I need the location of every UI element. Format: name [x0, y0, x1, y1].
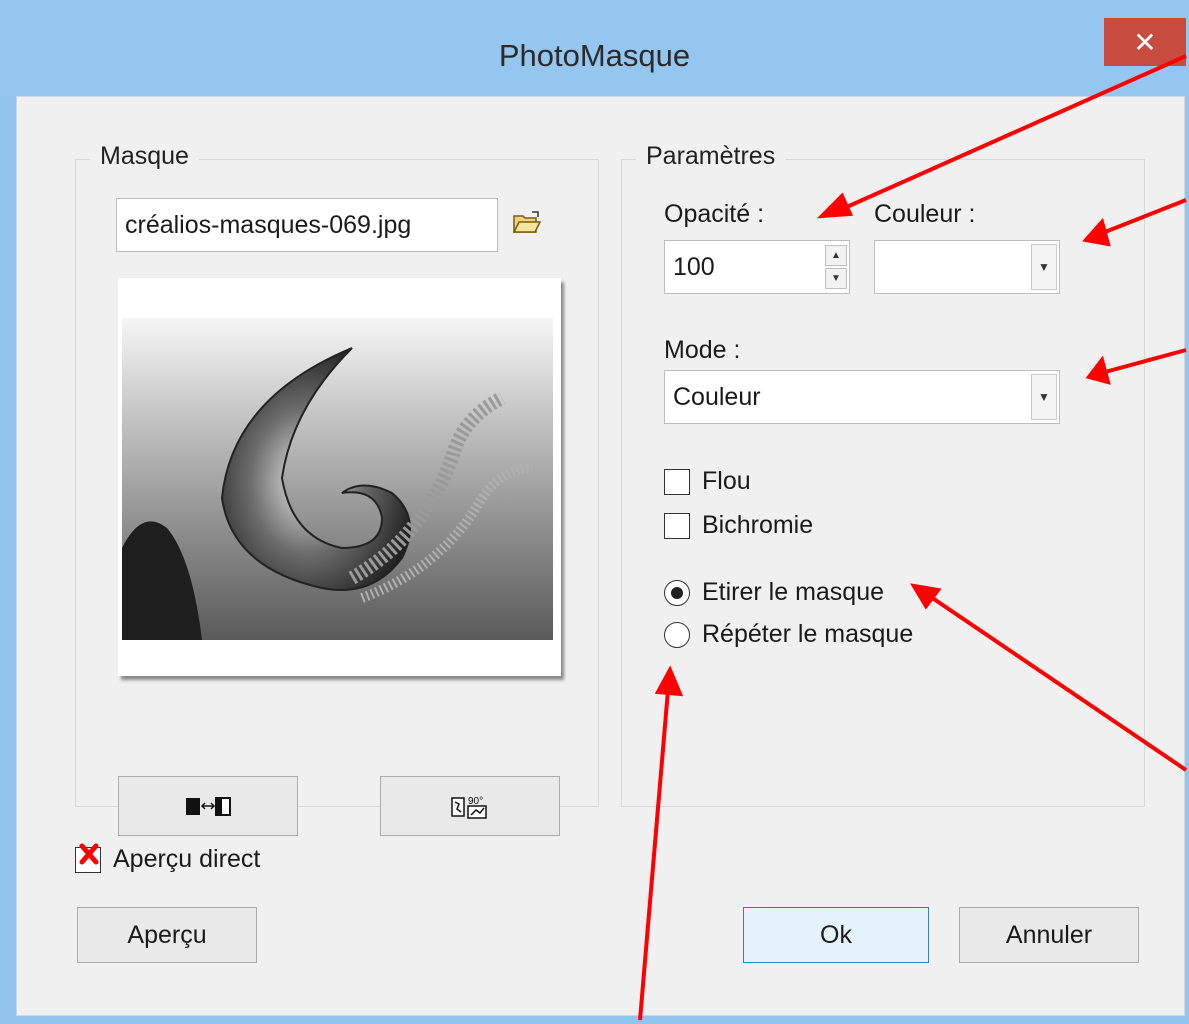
blur-checkbox[interactable]	[664, 469, 690, 495]
window-title: PhotoMasque	[498, 38, 691, 73]
mask-group-legend: Masque	[90, 142, 199, 171]
folder-open-icon[interactable]	[512, 210, 542, 236]
ok-button[interactable]: Ok	[743, 907, 929, 963]
chevron-down-icon[interactable]: ▼	[1031, 374, 1057, 420]
repeat-mask-label: Répéter le masque	[702, 620, 914, 648]
rotate-90-icon: 90°	[451, 796, 487, 819]
mode-dropdown[interactable]: Couleur ▼	[664, 370, 1060, 424]
opacity-value: 100	[673, 252, 715, 281]
bichrome-checkbox[interactable]	[664, 513, 690, 539]
mask-file-value: créalios-masques-069.jpg	[125, 210, 412, 239]
repeat-mask-radio[interactable]	[664, 622, 690, 648]
opacity-spinner[interactable]: ▲ ▼	[825, 245, 847, 289]
color-dropdown[interactable]: ▼	[874, 240, 1060, 294]
rotate-mask-button[interactable]: 90°	[380, 776, 560, 836]
close-icon: ✕	[1133, 26, 1157, 58]
bichrome-label: Bichromie	[702, 511, 814, 539]
blur-label: Flou	[702, 467, 751, 495]
params-group: Paramètres Opacité : 100 ▲ ▼ Couleur : ▼…	[621, 142, 1145, 807]
chevron-down-icon[interactable]: ▼	[1031, 244, 1057, 290]
red-x-icon	[79, 843, 99, 865]
mask-preview	[118, 278, 561, 676]
mask-file-field[interactable]: créalios-masques-069.jpg	[116, 198, 498, 252]
spin-up-icon[interactable]: ▲	[825, 245, 847, 266]
cancel-button[interactable]: Annuler	[959, 907, 1139, 963]
dialog-body: Masque créalios-masques-069.jpg 90° Para…	[16, 96, 1185, 1016]
stretch-mask-radio[interactable]	[664, 580, 690, 606]
opacity-label: Opacité :	[664, 200, 765, 228]
live-preview-checkbox[interactable]	[75, 843, 101, 873]
live-preview-label: Aperçu direct	[113, 845, 261, 873]
color-label: Couleur :	[874, 200, 976, 228]
mode-label: Mode :	[664, 336, 741, 364]
preview-button[interactable]: Aperçu	[77, 907, 257, 963]
photomasque-dialog: PhotoMasque ✕ Masque créalios-masques-06…	[0, 0, 1189, 1024]
spin-down-icon[interactable]: ▼	[825, 268, 847, 289]
invert-mask-button[interactable]	[118, 776, 298, 836]
close-button[interactable]: ✕	[1104, 18, 1186, 66]
mask-preview-image	[122, 318, 553, 640]
mode-value: Couleur	[673, 382, 761, 411]
stretch-mask-label: Etirer le masque	[702, 578, 885, 606]
invert-mask-icon	[186, 797, 231, 816]
title-bar: PhotoMasque ✕	[0, 0, 1189, 96]
mask-group: Masque créalios-masques-069.jpg 90°	[75, 142, 599, 836]
params-group-legend: Paramètres	[636, 142, 786, 171]
opacity-spinbox[interactable]: 100 ▲ ▼	[664, 240, 850, 294]
